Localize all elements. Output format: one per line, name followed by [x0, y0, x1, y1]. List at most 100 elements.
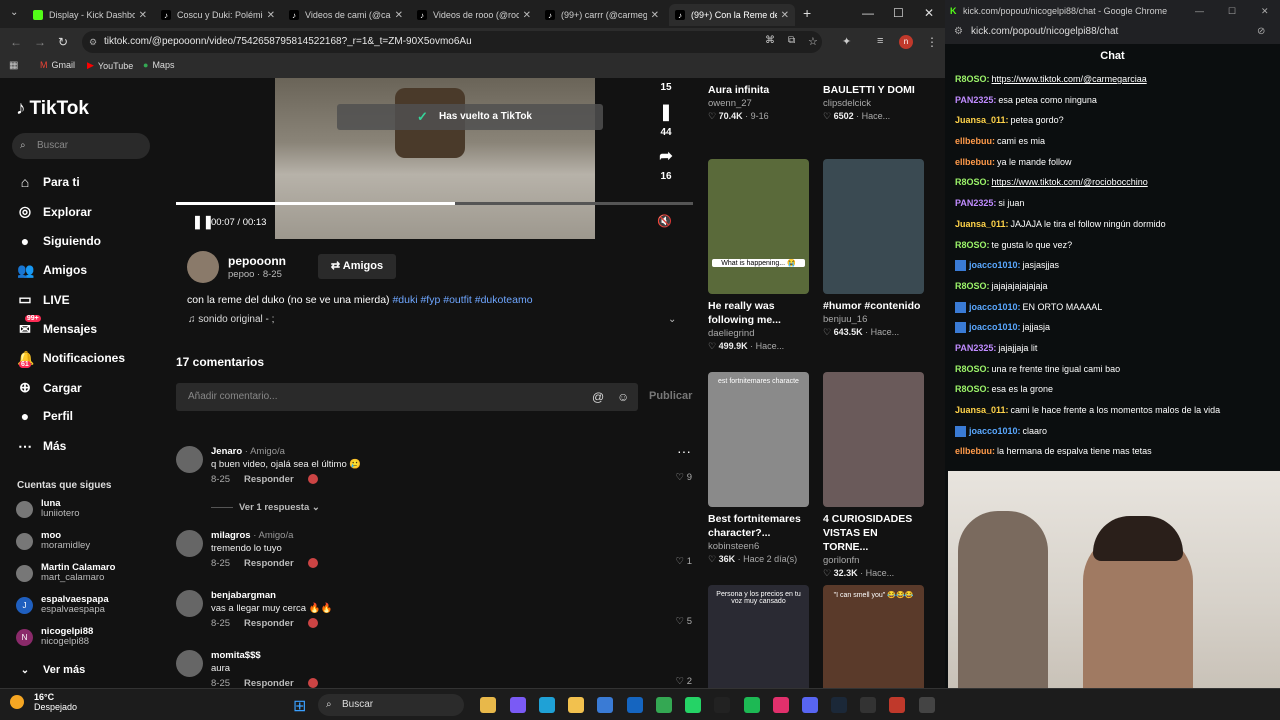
- chat-username[interactable]: joacco1010:: [969, 426, 1021, 436]
- tiktok-icon[interactable]: [714, 697, 730, 713]
- video-player[interactable]: [275, 78, 595, 239]
- weather-widget[interactable]: 16°C Despejado: [8, 692, 77, 712]
- bookmark-maps[interactable]: ● Maps: [143, 60, 174, 70]
- star-icon[interactable]: ☆: [808, 35, 818, 48]
- recommended-video[interactable]: Aura infinita owenn_27 ♡ 70.4K · 9-16: [708, 78, 809, 122]
- view-replies[interactable]: Ver 1 respuesta ⌄: [211, 502, 320, 513]
- browser-tab[interactable]: Display - Kick Dashbo ✕: [27, 4, 153, 26]
- outlook-icon[interactable]: [627, 697, 643, 713]
- browser-tab[interactable]: ♪ Coscu y Duki: Polémica ✕: [155, 4, 281, 26]
- comment-user[interactable]: milagros · Amigo/a: [211, 530, 293, 541]
- comment-like[interactable]: ♡ 9: [676, 472, 692, 483]
- reply-button[interactable]: Responder: [244, 678, 294, 688]
- app-icon[interactable]: [889, 697, 905, 713]
- chat-username[interactable]: Juansa_011:: [955, 219, 1009, 229]
- mention-icon[interactable]: @: [592, 383, 604, 411]
- following-item[interactable]: Jespalvaespapa espalvaespapa: [16, 595, 109, 615]
- nav-item-siguiendo[interactable]: ● Siguiendo: [17, 233, 101, 249]
- reply-button[interactable]: Responder: [244, 558, 294, 569]
- profile-avatar[interactable]: n: [899, 35, 913, 49]
- folder-icon[interactable]: [568, 697, 584, 713]
- chat-username[interactable]: ellbebuu:: [955, 157, 995, 167]
- nav-item-amigos[interactable]: 👥 Amigos: [17, 262, 87, 279]
- chat-username[interactable]: ellbebuu:: [955, 446, 995, 456]
- windows-start-icon[interactable]: ⊞: [293, 696, 306, 716]
- recommended-video[interactable]: Persona y los precios en tu voz muy cans…: [708, 585, 809, 688]
- following-item[interactable]: luna luniiotero: [16, 499, 80, 519]
- comment-like[interactable]: ♡ 1: [676, 556, 692, 567]
- comment-like[interactable]: ♡ 5: [676, 616, 692, 627]
- tab-close-icon[interactable]: ✕: [781, 10, 789, 21]
- chat-username[interactable]: PAN2325:: [955, 343, 996, 353]
- chat-username[interactable]: R8OSO:: [955, 240, 990, 250]
- recommended-video[interactable]: est fortnitemares characte Best fortnitem…: [708, 372, 809, 565]
- menu-icon[interactable]: ⋮: [926, 35, 938, 49]
- comment-user[interactable]: benjabargman: [211, 590, 276, 601]
- bookmark-gmail[interactable]: M Gmail: [40, 60, 75, 70]
- nav-item-explorar[interactable]: ◎ Explorar: [17, 203, 92, 220]
- tab-close-icon[interactable]: ✕: [651, 10, 659, 21]
- whatsapp-icon[interactable]: [685, 697, 701, 713]
- see-more-link[interactable]: ⌄ Ver más: [17, 664, 85, 676]
- chat-username[interactable]: R8OSO:: [955, 74, 990, 84]
- recommended-video[interactable]: BAULETTI Y DOMI clipsdelcick ♡ 6502 · Hace…: [823, 78, 924, 122]
- epic-games-icon[interactable]: [860, 697, 876, 713]
- reply-button[interactable]: Responder: [244, 474, 294, 485]
- bookmark-youtube[interactable]: ▶ YouTube: [87, 60, 133, 71]
- chrome-icon[interactable]: [656, 697, 672, 713]
- share-icon[interactable]: ➦: [650, 146, 682, 166]
- avatar[interactable]: [176, 650, 203, 677]
- reload-icon[interactable]: ↻: [58, 35, 68, 49]
- chat-username[interactable]: R8OSO:: [955, 384, 990, 394]
- media-icon[interactable]: ≡: [877, 35, 883, 47]
- tiktok-logo[interactable]: ♪ TikTok: [16, 98, 89, 120]
- chat-link[interactable]: https://www.tiktok.com/@rociobocchino: [992, 177, 1148, 187]
- chat-username[interactable]: ellbebuu:: [955, 136, 995, 146]
- tab-close-icon[interactable]: ✕: [267, 10, 275, 21]
- nav-item-cargar[interactable]: ⊕ Cargar: [17, 379, 82, 396]
- install-icon[interactable]: ⧉: [788, 35, 795, 46]
- video-progress-bar[interactable]: [176, 202, 693, 205]
- chat-username[interactable]: PAN2325:: [955, 198, 996, 208]
- recommended-video[interactable]: What is happening... 😭 He really was foll…: [708, 159, 809, 352]
- recommended-video[interactable]: #humor #contenido benjuu_16 ♡ 643.5K · Hac…: [823, 159, 924, 338]
- chat-username[interactable]: joacco1010:: [969, 260, 1021, 270]
- bookmark-icon[interactable]: ❚: [650, 102, 682, 122]
- taskbar-search[interactable]: ⌕ Buscar: [318, 694, 464, 716]
- search-input[interactable]: ⌕ Buscar: [12, 133, 150, 159]
- sound-label[interactable]: ♫ sonido original - ;: [188, 314, 274, 325]
- spotify-icon[interactable]: [744, 697, 760, 713]
- edge-icon[interactable]: [539, 697, 555, 713]
- nav-item-notificaciones[interactable]: 🔔 61 Notificaciones: [17, 350, 125, 368]
- comment-user[interactable]: momita$$$: [211, 650, 261, 661]
- instagram-icon[interactable]: [773, 697, 789, 713]
- browser-tab[interactable]: ♪ (99+) carrr (@carmega ✕: [539, 4, 665, 26]
- publish-button[interactable]: Publicar: [649, 390, 692, 402]
- eye-off-icon[interactable]: ⊘: [1257, 22, 1265, 42]
- author-avatar[interactable]: [187, 251, 219, 283]
- tab-close-icon[interactable]: ✕: [523, 10, 531, 21]
- nav-item-live[interactable]: ▭ LIVE: [17, 291, 69, 308]
- chat-username[interactable]: PAN2325:: [955, 95, 996, 105]
- author-name[interactable]: pepooonn: [228, 254, 286, 268]
- browser-tab[interactable]: ♪ Videos de rooo (@roc ✕: [411, 4, 537, 26]
- avatar[interactable]: [176, 446, 203, 473]
- chat-username[interactable]: R8OSO:: [955, 281, 990, 291]
- nav-item-mas[interactable]: ⋯ Más: [17, 438, 66, 455]
- kick-url-bar[interactable]: ⚙ kick.com/popout/nicogelpi88/chat ⊘: [945, 22, 1280, 44]
- chat-username[interactable]: joacco1010:: [969, 322, 1021, 332]
- maximize-icon[interactable]: ☐: [893, 6, 904, 20]
- file-explorer-icon[interactable]: [480, 697, 496, 713]
- obs-icon[interactable]: [919, 697, 935, 713]
- site-info-icon[interactable]: ⚙: [89, 31, 97, 53]
- chat-link[interactable]: https://www.tiktok.com/@carmegarciaa: [992, 74, 1147, 84]
- mute-icon[interactable]: 🔇: [657, 214, 672, 228]
- discord-icon[interactable]: [802, 697, 818, 713]
- password-icon[interactable]: ⌘: [765, 35, 775, 46]
- new-tab-button[interactable]: +: [803, 5, 811, 21]
- chat-username[interactable]: joacco1010:: [969, 302, 1021, 312]
- expand-icon[interactable]: ⌄: [668, 314, 676, 325]
- store-icon[interactable]: [597, 697, 613, 713]
- nav-item-mensajes[interactable]: ✉ 99+ Mensajes: [17, 314, 97, 338]
- chat-username[interactable]: R8OSO:: [955, 177, 990, 187]
